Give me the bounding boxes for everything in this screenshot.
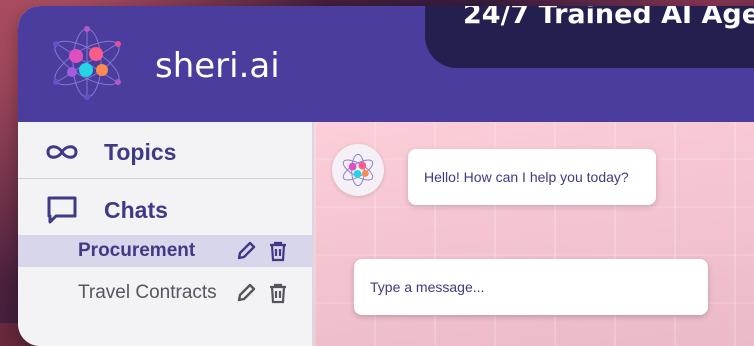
pencil-icon[interactable] [234, 239, 258, 263]
chat-item-name: Travel Contracts [78, 282, 217, 303]
brand-name: sheri.ai [155, 46, 280, 86]
infinity-icon [44, 136, 80, 168]
bot-avatar [332, 144, 384, 196]
trash-icon[interactable] [266, 239, 290, 263]
chat-panel: Hello! How can I help you today? [314, 122, 754, 346]
message-text: Hello! How can I help you today? [424, 169, 629, 185]
app-window: sheri.ai 24/7 Trained AI Agents Topics C… [18, 6, 754, 346]
message-input[interactable] [354, 259, 708, 315]
sidebar: Topics Chats Procurement Travel Contract… [18, 122, 314, 346]
chat-bubble-icon [44, 194, 80, 226]
bot-message-bubble: Hello! How can I help you today? [408, 149, 656, 205]
sidebar-item-label: Chats [104, 196, 168, 223]
chat-item-travel-contracts[interactable]: Travel Contracts [18, 277, 312, 309]
sidebar-item-label: Topics [104, 138, 177, 165]
banner: 24/7 Trained AI Agents [425, 6, 754, 68]
pencil-icon[interactable] [234, 281, 258, 305]
sidebar-item-topics[interactable]: Topics [18, 128, 312, 176]
header: sheri.ai 24/7 Trained AI Agents [18, 6, 754, 122]
sidebar-item-chats[interactable]: Chats [18, 186, 312, 234]
divider [18, 178, 312, 179]
trash-icon[interactable] [266, 281, 290, 305]
chat-item-name: Procurement [78, 240, 196, 261]
network-nodes-logo-icon [44, 24, 130, 102]
chat-item-procurement[interactable]: Procurement [18, 235, 312, 267]
banner-text: 24/7 Trained AI Agents [463, 6, 754, 30]
